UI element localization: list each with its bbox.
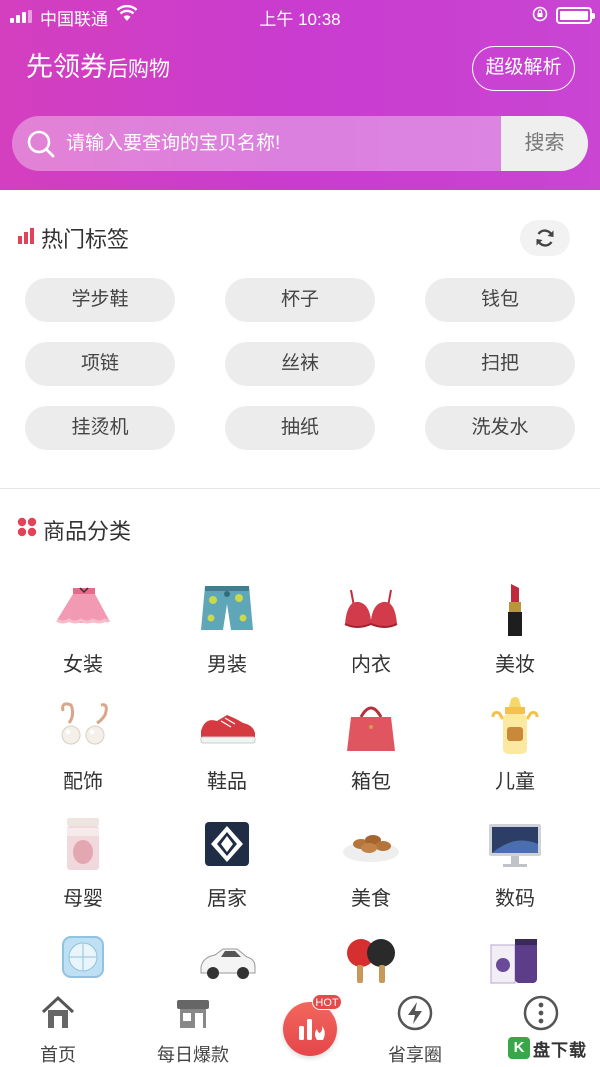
- super-parse-button[interactable]: 超级解析: [472, 46, 575, 91]
- hot-tag[interactable]: 挂烫机: [25, 406, 175, 450]
- hot-tag[interactable]: 抽纸: [225, 406, 375, 450]
- tab-home[interactable]: 首页: [3, 990, 113, 1067]
- tab-label: 每日爆款: [157, 1045, 229, 1065]
- supplement-icon: [485, 931, 545, 991]
- nuts-icon: [341, 814, 401, 874]
- category-label: 儿童: [495, 771, 535, 793]
- category-label: 箱包: [351, 771, 391, 793]
- hot-tag[interactable]: 杯子: [225, 278, 375, 322]
- orientation-lock-icon: [532, 6, 548, 27]
- category-item[interactable]: 儿童: [455, 697, 575, 807]
- category-item[interactable]: 居家: [167, 814, 287, 924]
- hot-tag[interactable]: 学步鞋: [25, 278, 175, 322]
- battery-icon: [556, 7, 595, 24]
- home-icon: [39, 994, 77, 1032]
- hot-tag[interactable]: 项链: [25, 342, 175, 386]
- pillow-icon: [197, 814, 257, 874]
- refresh-icon: [536, 229, 554, 247]
- car-icon: [197, 931, 257, 991]
- earrings-icon: [53, 697, 113, 757]
- slogan-big: 先领券: [26, 52, 107, 82]
- hot-tag[interactable]: 钱包: [425, 278, 575, 322]
- status-bar: 中国联通 上午 10:38: [0, 0, 600, 32]
- tab-save-circle[interactable]: 省享圈: [360, 990, 470, 1067]
- category-item[interactable]: 美妆: [455, 580, 575, 690]
- category-label: 男装: [207, 654, 247, 676]
- hot-tags-title: 热门标签: [41, 227, 130, 252]
- slogan: 先领券后购物: [26, 45, 170, 84]
- category-item[interactable]: 箱包: [311, 697, 431, 807]
- hot-tag[interactable]: 扫把: [425, 342, 575, 386]
- tab-daily-hot[interactable]: 每日爆款: [138, 990, 248, 1067]
- category-item[interactable]: 配饰: [23, 697, 143, 807]
- ping-pong-icon: [341, 931, 401, 991]
- sneaker-icon: [197, 697, 257, 757]
- category-item[interactable]: 母婴: [23, 814, 143, 924]
- fan-icon: [53, 931, 113, 991]
- search-input[interactable]: [66, 116, 506, 171]
- category-label: 母婴: [63, 888, 103, 910]
- category-item[interactable]: 内衣: [311, 580, 431, 690]
- watermark-logo: K 盘下载: [508, 1032, 596, 1064]
- category-label: 女装: [63, 654, 103, 676]
- header: 中国联通 上午 10:38 先领券后购物 超级解析 搜索: [0, 0, 600, 190]
- lipstick-icon: [485, 580, 545, 640]
- tab-label: 首页: [40, 1045, 76, 1065]
- category-label: 美妆: [495, 654, 535, 676]
- hot-tags-heading: 热门标签: [17, 222, 129, 254]
- tab-label: 省享圈: [388, 1045, 442, 1065]
- category-item[interactable]: 女装: [23, 580, 143, 690]
- category-item[interactable]: 美食: [311, 814, 431, 924]
- watermark-text: 盘下载: [533, 1040, 587, 1060]
- category-label: 美食: [351, 888, 391, 910]
- category-label: 内衣: [351, 654, 391, 676]
- category-item[interactable]: 数码: [455, 814, 575, 924]
- category-label: 配饰: [63, 771, 103, 793]
- hot-badge: HOT: [312, 994, 342, 1010]
- shorts-icon: [197, 580, 257, 640]
- bar-chart-icon: [17, 225, 35, 251]
- skirt-icon: [53, 580, 113, 640]
- categories-heading: 商品分类: [17, 514, 131, 546]
- refresh-button[interactable]: [520, 220, 570, 256]
- shop-icon: [174, 994, 212, 1032]
- watermark-icon: K: [508, 1037, 530, 1059]
- slogan-small: 后购物: [107, 58, 170, 81]
- search-icon: [26, 129, 56, 164]
- categories-title: 商品分类: [43, 519, 132, 544]
- hot-tag[interactable]: 洗发水: [425, 406, 575, 450]
- category-item[interactable]: 鞋品: [167, 697, 287, 807]
- hot-tag[interactable]: 丝袜: [225, 342, 375, 386]
- milk-powder-icon: [53, 814, 113, 874]
- clock: 上午 10:38: [259, 10, 341, 29]
- category-item[interactable]: 男装: [167, 580, 287, 690]
- lightning-icon: [396, 994, 434, 1032]
- baby-bottle-icon: [485, 697, 545, 757]
- category-label: 数码: [495, 888, 535, 910]
- category-label: 鞋品: [207, 771, 247, 793]
- monitor-icon: [485, 814, 545, 874]
- handbag-icon: [341, 697, 401, 757]
- search-bar: 搜索: [12, 116, 588, 171]
- section-divider: [0, 488, 600, 489]
- search-button[interactable]: 搜索: [501, 116, 588, 171]
- category-label: 居家: [207, 888, 247, 910]
- more-icon: [522, 994, 560, 1032]
- bra-icon: [341, 580, 401, 640]
- grid-dots-icon: [17, 517, 37, 543]
